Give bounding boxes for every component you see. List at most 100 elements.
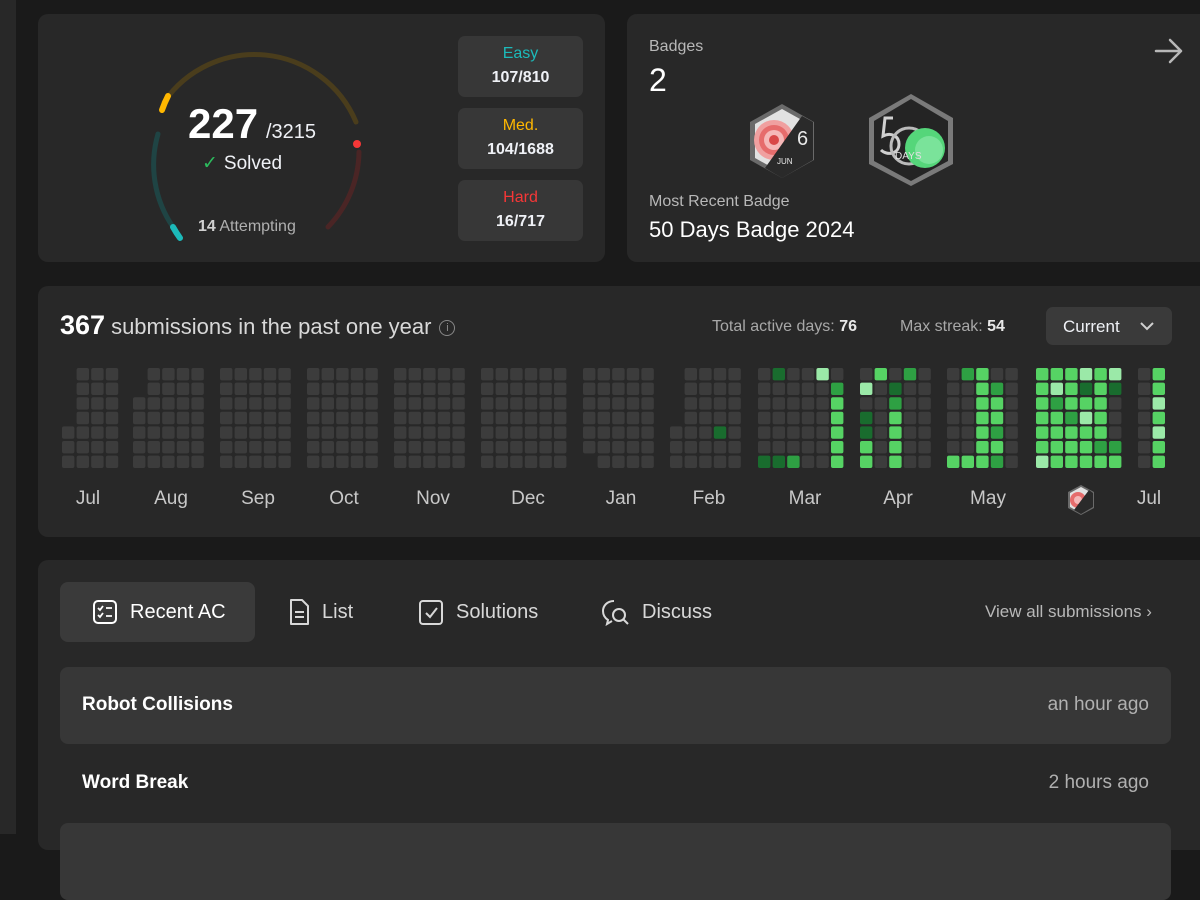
heatmap-cell[interactable] <box>220 397 233 410</box>
heatmap-cell[interactable] <box>889 382 902 395</box>
heatmap-cell[interactable] <box>1094 426 1107 439</box>
heatmap-cell[interactable] <box>758 426 771 439</box>
heatmap-cell[interactable] <box>990 455 1004 468</box>
arrow-right-icon[interactable] <box>1154 36 1184 66</box>
heatmap-cell[interactable] <box>641 426 654 439</box>
heatmap-cell[interactable] <box>105 411 119 425</box>
heatmap-cell[interactable] <box>495 455 508 468</box>
heatmap-cell[interactable] <box>801 426 815 439</box>
heatmap-cell[interactable] <box>249 382 262 395</box>
heatmap-cell[interactable] <box>365 455 378 468</box>
heatmap-cell[interactable] <box>787 455 800 468</box>
heatmap-cell[interactable] <box>234 382 247 395</box>
heatmap-cell[interactable] <box>903 426 917 439</box>
heatmap-cell[interactable] <box>990 368 1004 381</box>
heatmap-cell[interactable] <box>220 411 233 425</box>
heatmap-cell[interactable] <box>1152 411 1165 425</box>
heatmap-cell[interactable] <box>481 411 494 425</box>
heatmap-cell[interactable] <box>62 426 75 439</box>
heatmap-cell[interactable] <box>495 441 508 454</box>
heatmap-cell[interactable] <box>524 368 538 381</box>
heatmap-cell[interactable] <box>1036 426 1049 439</box>
heatmap-cell[interactable] <box>713 411 727 425</box>
heatmap-cell[interactable] <box>641 411 654 425</box>
heatmap-cell[interactable] <box>1036 441 1049 454</box>
heatmap-cell[interactable] <box>423 368 436 381</box>
heatmap-cell[interactable] <box>133 455 146 468</box>
heatmap-cell[interactable] <box>816 441 829 454</box>
heatmap-cell[interactable] <box>481 426 494 439</box>
heatmap-cell[interactable] <box>162 426 175 439</box>
heatmap-cell[interactable] <box>524 441 538 454</box>
heatmap-cell[interactable] <box>365 441 378 454</box>
heatmap-cell[interactable] <box>860 411 873 425</box>
heatmap-cell[interactable] <box>699 397 712 410</box>
heatmap-cell[interactable] <box>263 441 277 454</box>
heatmap-cell[interactable] <box>1005 368 1018 381</box>
heatmap-cell[interactable] <box>510 368 523 381</box>
heatmap-cell[interactable] <box>758 411 771 425</box>
heatmap-cell[interactable] <box>1109 441 1122 454</box>
heatmap-cell[interactable] <box>394 441 407 454</box>
heatmap-cell[interactable] <box>234 426 247 439</box>
heatmap-cell[interactable] <box>874 455 887 468</box>
heatmap-cell[interactable] <box>1152 455 1165 468</box>
heatmap-cell[interactable] <box>918 382 931 395</box>
heatmap-cell[interactable] <box>91 368 104 381</box>
heatmap-cell[interactable] <box>1050 368 1063 381</box>
heatmap-cell[interactable] <box>510 426 523 439</box>
heatmap-cell[interactable] <box>1036 397 1049 410</box>
heatmap-cell[interactable] <box>1109 455 1122 468</box>
heatmap-cell[interactable] <box>772 382 785 395</box>
heatmap-cell[interactable] <box>91 455 104 468</box>
heatmap-cell[interactable] <box>947 368 960 381</box>
heatmap-cell[interactable] <box>394 397 407 410</box>
heatmap-cell[interactable] <box>278 411 291 425</box>
heatmap-cell[interactable] <box>336 441 349 454</box>
heatmap-cell[interactable] <box>1152 382 1165 395</box>
heatmap-cell[interactable] <box>307 426 320 439</box>
heatmap-cell[interactable] <box>1138 382 1151 395</box>
heatmap-cell[interactable] <box>437 441 451 454</box>
heatmap-cell[interactable] <box>860 441 873 454</box>
heatmap-cell[interactable] <box>452 455 465 468</box>
heatmap-cell[interactable] <box>220 368 233 381</box>
heatmap-cell[interactable] <box>758 368 771 381</box>
heatmap-cell[interactable] <box>583 426 596 439</box>
heatmap-cell[interactable] <box>350 368 364 381</box>
heatmap-cell[interactable] <box>801 441 815 454</box>
heatmap-cell[interactable] <box>452 382 465 395</box>
heatmap-cell[interactable] <box>249 411 262 425</box>
heatmap-cell[interactable] <box>394 455 407 468</box>
heatmap-cell[interactable] <box>903 411 917 425</box>
heatmap-cell[interactable] <box>684 455 697 468</box>
heatmap-cell[interactable] <box>423 411 436 425</box>
heatmap-cell[interactable] <box>1050 455 1063 468</box>
heatmap-cell[interactable] <box>684 368 697 381</box>
heatmap-cell[interactable] <box>961 382 974 395</box>
heatmap-cell[interactable] <box>976 426 989 439</box>
heatmap-cell[interactable] <box>699 368 712 381</box>
heatmap-cell[interactable] <box>918 441 931 454</box>
heatmap-cell[interactable] <box>350 455 364 468</box>
heatmap-cell[interactable] <box>495 411 508 425</box>
heatmap-cell[interactable] <box>641 382 654 395</box>
heatmap-cell[interactable] <box>1109 426 1122 439</box>
heatmap-cell[interactable] <box>394 368 407 381</box>
heatmap-cell[interactable] <box>990 441 1004 454</box>
heatmap-cell[interactable] <box>263 382 277 395</box>
heatmap-cell[interactable] <box>889 426 902 439</box>
heatmap-cell[interactable] <box>728 411 741 425</box>
heatmap-cell[interactable] <box>91 441 104 454</box>
heatmap-cell[interactable] <box>350 411 364 425</box>
heatmap-cell[interactable] <box>641 441 654 454</box>
heatmap-cell[interactable] <box>1036 368 1049 381</box>
heatmap-cell[interactable] <box>176 411 190 425</box>
heatmap-cell[interactable] <box>1152 426 1165 439</box>
view-all-submissions-link[interactable]: View all submissions › <box>985 602 1152 622</box>
heatmap-cell[interactable] <box>162 441 175 454</box>
heatmap-cell[interactable] <box>539 397 552 410</box>
info-icon[interactable]: i <box>439 320 456 336</box>
heatmap-cell[interactable] <box>772 397 785 410</box>
heatmap-cell[interactable] <box>1109 382 1122 395</box>
